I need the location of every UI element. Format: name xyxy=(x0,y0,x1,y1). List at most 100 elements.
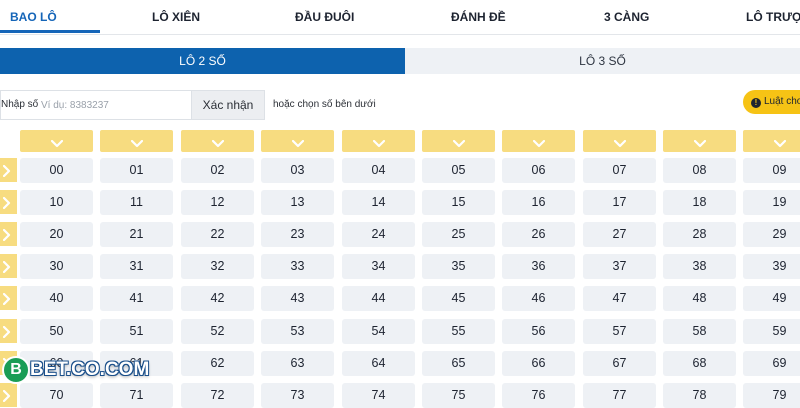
rules-button[interactable]: !Luật chơi xyxy=(743,90,800,114)
number-cell[interactable]: 11 xyxy=(100,190,173,215)
number-cell[interactable]: 16 xyxy=(502,190,575,215)
number-cell[interactable]: 14 xyxy=(342,190,415,215)
number-cell[interactable]: 41 xyxy=(100,286,173,311)
number-cell[interactable]: 22 xyxy=(181,222,254,247)
tab-3-cang[interactable]: 3 CÀNG xyxy=(604,0,649,34)
number-cell[interactable]: 56 xyxy=(502,319,575,344)
number-cell[interactable]: 72 xyxy=(181,383,254,408)
number-cell[interactable]: 38 xyxy=(663,254,736,279)
select-column-button[interactable] xyxy=(743,130,800,152)
select-row-button[interactable] xyxy=(0,286,17,310)
number-cell[interactable]: 21 xyxy=(100,222,173,247)
number-cell[interactable]: 44 xyxy=(342,286,415,311)
number-cell[interactable]: 50 xyxy=(20,319,93,344)
number-cell[interactable]: 34 xyxy=(342,254,415,279)
select-column-button[interactable] xyxy=(20,130,93,152)
number-cell[interactable]: 25 xyxy=(422,222,495,247)
select-row-button[interactable] xyxy=(0,190,17,214)
number-cell[interactable]: 20 xyxy=(20,222,93,247)
number-cell[interactable]: 66 xyxy=(502,351,575,376)
tab-danh-de[interactable]: ĐÁNH ĐỀ xyxy=(451,0,506,34)
tab-lo-3-so[interactable]: LÔ 3 SỐ xyxy=(405,48,800,74)
select-row-button[interactable] xyxy=(0,383,17,407)
number-cell[interactable]: 29 xyxy=(743,222,800,247)
number-cell[interactable]: 00 xyxy=(20,158,93,183)
number-cell[interactable]: 78 xyxy=(663,383,736,408)
number-cell[interactable]: 67 xyxy=(583,351,656,376)
number-cell[interactable]: 35 xyxy=(422,254,495,279)
number-cell[interactable]: 24 xyxy=(342,222,415,247)
number-cell[interactable]: 36 xyxy=(502,254,575,279)
tab-lo-truot[interactable]: LÔ TRƯỢT xyxy=(746,0,800,34)
number-cell[interactable]: 27 xyxy=(583,222,656,247)
number-cell[interactable]: 05 xyxy=(422,158,495,183)
number-cell[interactable]: 73 xyxy=(261,383,334,408)
select-column-button[interactable] xyxy=(342,130,415,152)
select-row-button[interactable] xyxy=(0,158,17,182)
select-row-button[interactable] xyxy=(0,319,17,343)
number-cell[interactable]: 26 xyxy=(502,222,575,247)
select-column-button[interactable] xyxy=(100,130,173,152)
number-cell[interactable]: 30 xyxy=(20,254,93,279)
number-cell[interactable]: 12 xyxy=(181,190,254,215)
number-cell[interactable]: 69 xyxy=(743,351,800,376)
number-cell[interactable]: 57 xyxy=(583,319,656,344)
number-cell[interactable]: 04 xyxy=(342,158,415,183)
number-cell[interactable]: 77 xyxy=(583,383,656,408)
number-cell[interactable]: 79 xyxy=(743,383,800,408)
number-cell[interactable]: 46 xyxy=(502,286,575,311)
number-cell[interactable]: 48 xyxy=(663,286,736,311)
confirm-button[interactable]: Xác nhận xyxy=(191,90,265,120)
select-column-button[interactable] xyxy=(181,130,254,152)
select-column-button[interactable] xyxy=(583,130,656,152)
tab-lo-xien[interactable]: LÔ XIÊN xyxy=(152,0,200,34)
tab-bao-lo[interactable]: BAO LÔ xyxy=(10,0,57,34)
number-cell[interactable]: 51 xyxy=(100,319,173,344)
tab-dau-duoi[interactable]: ĐẦU ĐUÔI xyxy=(295,0,354,34)
number-cell[interactable]: 10 xyxy=(20,190,93,215)
tab-lo-2-so[interactable]: LÔ 2 SỐ xyxy=(0,48,405,74)
number-cell[interactable]: 75 xyxy=(422,383,495,408)
number-cell[interactable]: 17 xyxy=(583,190,656,215)
number-cell[interactable]: 71 xyxy=(100,383,173,408)
number-cell[interactable]: 70 xyxy=(20,383,93,408)
number-cell[interactable]: 33 xyxy=(261,254,334,279)
select-column-button[interactable] xyxy=(261,130,334,152)
number-cell[interactable]: 13 xyxy=(261,190,334,215)
number-cell[interactable]: 23 xyxy=(261,222,334,247)
number-cell[interactable]: 06 xyxy=(502,158,575,183)
number-cell[interactable]: 03 xyxy=(261,158,334,183)
number-cell[interactable]: 19 xyxy=(743,190,800,215)
number-cell[interactable]: 43 xyxy=(261,286,334,311)
number-cell[interactable]: 15 xyxy=(422,190,495,215)
select-column-button[interactable] xyxy=(502,130,575,152)
select-row-button[interactable] xyxy=(0,254,17,278)
number-cell[interactable]: 63 xyxy=(261,351,334,376)
number-cell[interactable]: 49 xyxy=(743,286,800,311)
number-cell[interactable]: 47 xyxy=(583,286,656,311)
number-cell[interactable]: 65 xyxy=(422,351,495,376)
number-cell[interactable]: 31 xyxy=(100,254,173,279)
number-cell[interactable]: 28 xyxy=(663,222,736,247)
number-cell[interactable]: 32 xyxy=(181,254,254,279)
number-cell[interactable]: 52 xyxy=(181,319,254,344)
number-cell[interactable]: 37 xyxy=(583,254,656,279)
number-cell[interactable]: 01 xyxy=(100,158,173,183)
number-cell[interactable]: 08 xyxy=(663,158,736,183)
number-cell[interactable]: 64 xyxy=(342,351,415,376)
number-cell[interactable]: 09 xyxy=(743,158,800,183)
number-cell[interactable]: 58 xyxy=(663,319,736,344)
number-cell[interactable]: 18 xyxy=(663,190,736,215)
number-cell[interactable]: 53 xyxy=(261,319,334,344)
select-column-button[interactable] xyxy=(422,130,495,152)
number-cell[interactable]: 59 xyxy=(743,319,800,344)
number-cell[interactable]: 74 xyxy=(342,383,415,408)
number-cell[interactable]: 76 xyxy=(502,383,575,408)
number-cell[interactable]: 55 xyxy=(422,319,495,344)
number-cell[interactable]: 42 xyxy=(181,286,254,311)
number-cell[interactable]: 62 xyxy=(181,351,254,376)
number-cell[interactable]: 45 xyxy=(422,286,495,311)
number-input[interactable] xyxy=(41,92,189,118)
number-cell[interactable]: 54 xyxy=(342,319,415,344)
select-column-button[interactable] xyxy=(663,130,736,152)
